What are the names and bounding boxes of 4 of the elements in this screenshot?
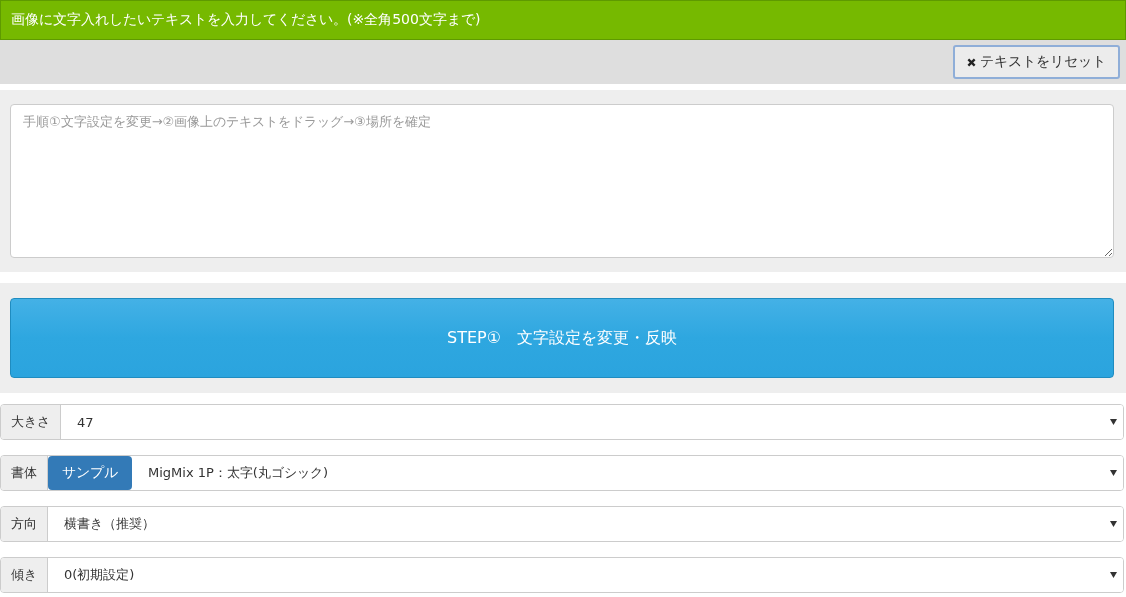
header-title: 画像に文字入れしたいテキストを入力してください。(※全角500文字まで) (11, 11, 481, 29)
text-input[interactable]: 手順①文字設定を変更→②画像上のテキストをドラッグ→③場所を確定 (10, 104, 1114, 258)
close-icon (967, 57, 976, 67)
reset-button[interactable]: テキストをリセット (953, 45, 1120, 79)
